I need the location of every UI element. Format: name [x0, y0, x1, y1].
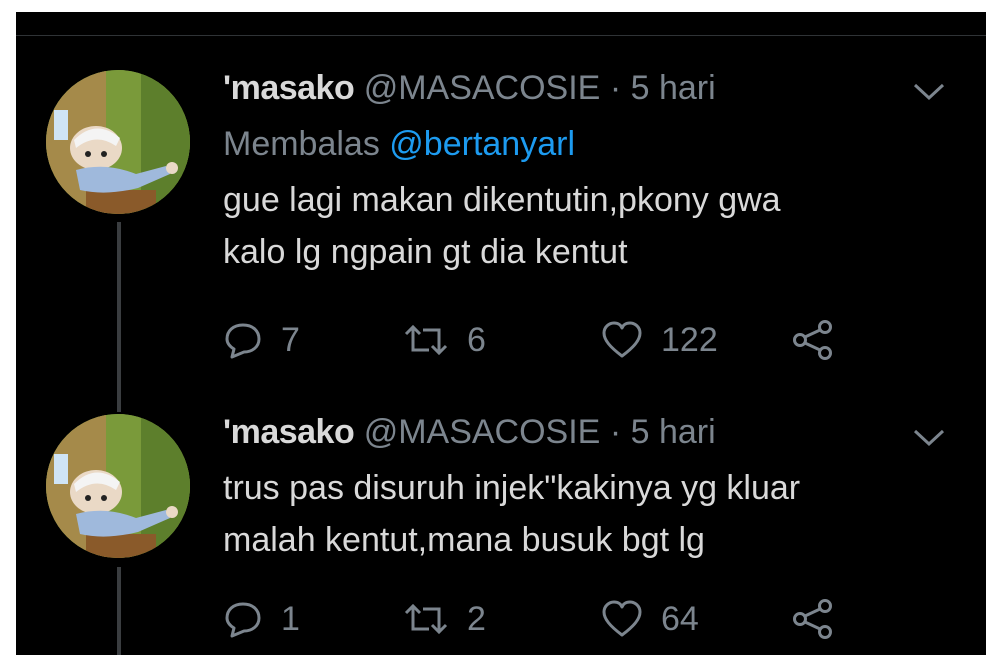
- reply-count: 7: [281, 320, 300, 359]
- speech-bubble-icon: [225, 602, 261, 638]
- avatar[interactable]: [46, 414, 190, 558]
- tweet-header: 'masako @MASACOSIE · 5 hari: [223, 412, 716, 452]
- like-count: 122: [661, 320, 718, 359]
- reply-button[interactable]: 7: [223, 315, 300, 365]
- tweet-text: gue lagi makan dikentutin,pkony gwa kalo…: [223, 174, 943, 278]
- share-button[interactable]: [791, 315, 835, 365]
- like-button[interactable]: 64: [601, 594, 699, 644]
- reply-to-link[interactable]: @bertanyarl: [389, 125, 575, 163]
- tweet-text: trus pas disuruh injek"kakinya yg kluar …: [223, 462, 943, 566]
- retweet-count: 2: [467, 599, 486, 638]
- separator-dot: ·: [609, 69, 622, 107]
- tweet-text-line: kalo lg ngpain gt dia kentut: [223, 233, 628, 271]
- share-nodes-icon: [793, 599, 832, 639]
- chevron-down-icon[interactable]: [912, 428, 946, 448]
- heart-icon: [602, 600, 642, 637]
- retweet-arrows-icon: [404, 603, 448, 635]
- tweet-text-line: malah kentut,mana busuk bgt lg: [223, 521, 705, 559]
- reply-prefix: Membalas: [223, 125, 380, 163]
- tweet[interactable]: 'masako @MASACOSIE · 5 hari Membalas @be…: [16, 62, 986, 412]
- user-handle[interactable]: @MASACOSIE: [364, 413, 601, 451]
- reply-context: Membalas @bertanyarl: [223, 124, 575, 164]
- reply-button[interactable]: 1: [223, 594, 300, 644]
- avatar[interactable]: [46, 70, 190, 214]
- display-name[interactable]: 'masako: [223, 413, 355, 451]
- share-nodes-icon: [793, 320, 832, 360]
- thread-line: [117, 222, 121, 412]
- display-name[interactable]: 'masako: [223, 69, 355, 107]
- thread-line: [117, 567, 121, 655]
- user-handle[interactable]: @MASACOSIE: [364, 69, 601, 107]
- tweet-text-line: gue lagi makan dikentutin,pkony gwa: [223, 181, 781, 219]
- like-count: 64: [661, 599, 699, 638]
- tweet-actions: 1 2 64: [223, 594, 923, 644]
- timeline-frame: 'masako @MASACOSIE · 5 hari Membalas @be…: [16, 12, 986, 655]
- timestamp[interactable]: 5 hari: [631, 413, 716, 451]
- retweet-button[interactable]: 2: [403, 594, 486, 644]
- like-button[interactable]: 122: [601, 315, 718, 365]
- retweet-button[interactable]: 6: [403, 315, 486, 365]
- tweet-header: 'masako @MASACOSIE · 5 hari: [223, 68, 716, 108]
- retweet-arrows-icon: [404, 324, 448, 356]
- retweet-count: 6: [467, 320, 486, 359]
- tweet[interactable]: 'masako @MASACOSIE · 5 hari trus pas dis…: [16, 412, 986, 655]
- speech-bubble-icon: [225, 323, 261, 359]
- separator-dot: ·: [609, 413, 622, 451]
- chevron-down-icon[interactable]: [912, 82, 946, 102]
- divider: [16, 35, 986, 36]
- timestamp[interactable]: 5 hari: [631, 69, 716, 107]
- reply-count: 1: [281, 599, 300, 638]
- heart-icon: [602, 321, 642, 358]
- share-button[interactable]: [791, 594, 835, 644]
- tweet-actions: 7 6 122: [223, 315, 923, 365]
- tweet-text-line: trus pas disuruh injek"kakinya yg kluar: [223, 469, 801, 507]
